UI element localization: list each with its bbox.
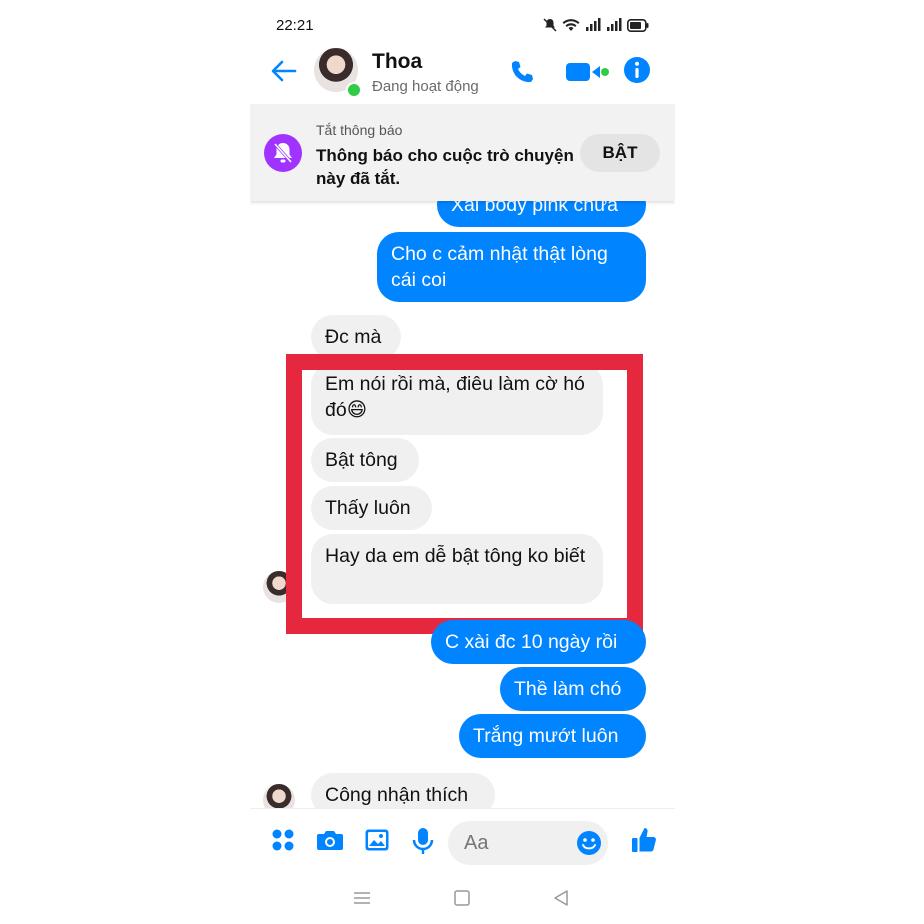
info-icon[interactable] xyxy=(623,56,651,84)
status-time: 22:21 xyxy=(276,17,314,34)
camera-icon[interactable] xyxy=(316,827,344,853)
message-bubble-sent[interactable]: Xài body pink chưa xyxy=(437,201,646,227)
message-input[interactable] xyxy=(462,831,576,856)
emoji-icon[interactable] xyxy=(576,830,602,856)
signal-2-icon xyxy=(607,18,622,31)
unmute-button[interactable]: BẬT xyxy=(580,134,660,172)
image-gallery-icon[interactable] xyxy=(364,827,390,853)
messenger-screen: 22:21 Thoa Đang hoạt động Tắt thông báo … xyxy=(250,0,675,924)
mute-notice-banner: Tắt thông báo Thông báo cho cuộc trò chu… xyxy=(250,104,675,201)
more-apps-icon[interactable] xyxy=(270,827,296,853)
contact-name[interactable]: Thoa xyxy=(372,50,422,74)
battery-icon xyxy=(627,18,649,32)
mute-title: Tắt thông báo xyxy=(316,122,403,138)
message-bubble-received[interactable]: Em nói rồi mà, điêu làm cờ hó đó😄 xyxy=(311,363,603,435)
message-bubble-sent[interactable]: Cho c cảm nhật thật lòng cái coi xyxy=(377,232,646,302)
video-call-icon[interactable] xyxy=(564,60,610,84)
mute-bell-icon xyxy=(543,18,557,32)
message-bubble-sent[interactable]: Thề làm chó xyxy=(500,667,646,711)
muted-bell-icon xyxy=(264,134,302,172)
message-bubble-received[interactable]: Công nhận thích xyxy=(311,773,495,808)
contact-avatar-small xyxy=(263,784,295,808)
message-bubble-sent[interactable]: C xài đc 10 ngày rồi xyxy=(431,620,646,664)
signal-1-icon xyxy=(586,18,601,31)
back-nav-icon[interactable] xyxy=(552,888,570,908)
message-bubble-received[interactable]: Thấy luôn xyxy=(311,486,432,530)
message-bubble-sent[interactable]: Trắng mướt luôn xyxy=(459,714,646,758)
message-bubble-received[interactable]: Đc mà xyxy=(311,315,401,359)
message-input-box[interactable] xyxy=(448,821,608,865)
online-indicator xyxy=(346,82,362,98)
thumbs-up-icon[interactable] xyxy=(631,826,657,854)
status-icons xyxy=(543,18,649,32)
back-arrow-icon[interactable] xyxy=(268,56,298,86)
contact-avatar-small xyxy=(263,571,295,603)
message-composer xyxy=(250,808,675,879)
wifi-icon xyxy=(562,19,580,31)
home-icon[interactable] xyxy=(453,888,471,908)
phone-call-icon[interactable] xyxy=(508,58,536,86)
mute-text: Thông báo cho cuộc trò chuyện này đã tắt… xyxy=(316,146,574,188)
message-bubble-received[interactable]: Bật tông xyxy=(311,438,419,482)
message-list: Xài body pink chưa Cho c cảm nhật thật l… xyxy=(250,201,675,808)
menu-icon[interactable] xyxy=(353,888,371,908)
microphone-icon[interactable] xyxy=(412,827,434,855)
message-bubble-received[interactable]: Hay da em dễ bật tông ko biết xyxy=(311,534,603,604)
chat-header: Thoa Đang hoạt động xyxy=(250,40,675,104)
system-nav-bar xyxy=(250,878,675,924)
presence-status: Đang hoạt động xyxy=(372,78,479,95)
